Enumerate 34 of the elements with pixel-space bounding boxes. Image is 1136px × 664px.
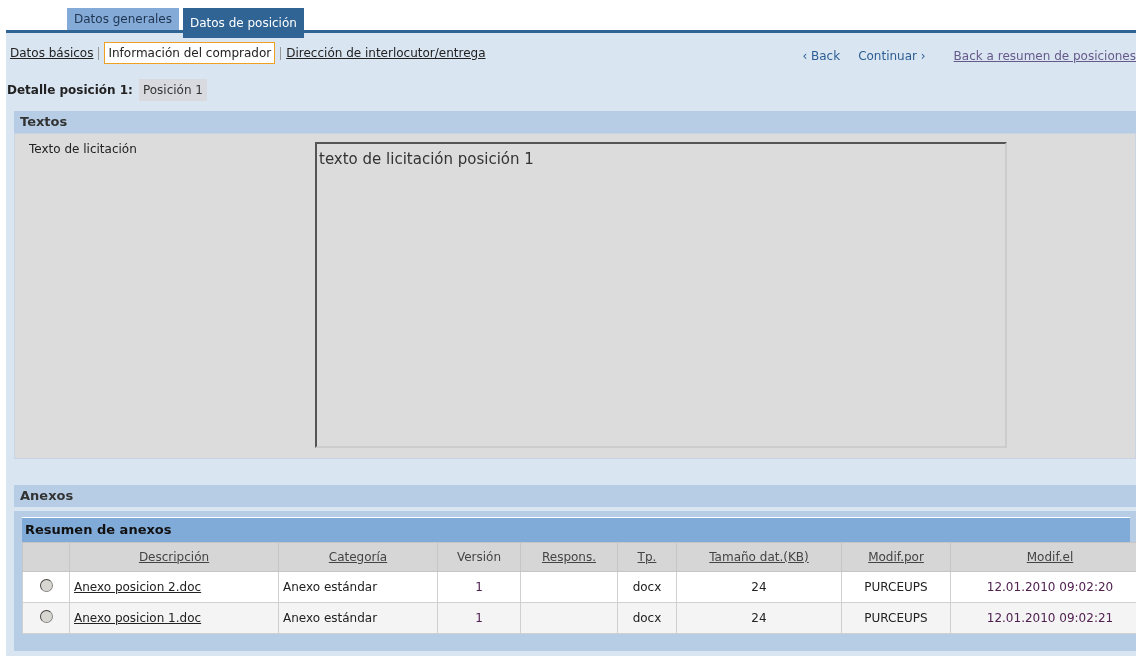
detail-value: Posición 1 bbox=[138, 79, 207, 101]
section-header: Textos bbox=[14, 111, 1136, 133]
table-cell: docx bbox=[632, 580, 662, 594]
column-header[interactable]: Tp. bbox=[637, 550, 657, 564]
detail-label: Detalle posición 1: bbox=[7, 83, 133, 97]
table-cell: 12.01.2010 09:02:20 bbox=[986, 580, 1114, 594]
column-header: Versión bbox=[456, 550, 502, 564]
table-title: Resumen de anexos bbox=[22, 517, 1130, 542]
continue-link[interactable]: Continuar › bbox=[858, 49, 926, 63]
table-cell: 12.01.2010 09:02:21 bbox=[986, 611, 1114, 625]
subnav-link[interactable]: Información del comprador bbox=[104, 42, 276, 64]
table-cell: Anexo estándar bbox=[283, 611, 378, 625]
table-cell: Anexo estándar bbox=[283, 580, 378, 594]
table-cell: PURCEUPS bbox=[864, 580, 928, 594]
subnav-link[interactable]: Dirección de interlocutor/entrega bbox=[286, 44, 486, 62]
table-cell: 24 bbox=[751, 611, 767, 625]
table-cell: 1 bbox=[475, 611, 483, 625]
table-cell: PURCEUPS bbox=[864, 611, 928, 625]
tab[interactable]: Datos de posición bbox=[182, 8, 304, 38]
field-label: Texto de licitación bbox=[29, 142, 138, 158]
text-area[interactable]: texto de licitación posición 1 bbox=[315, 142, 1007, 448]
section-header: Anexos bbox=[14, 485, 1136, 507]
radio-button[interactable] bbox=[39, 579, 53, 592]
tab[interactable]: Datos generales bbox=[67, 8, 179, 30]
table-cell: 24 bbox=[751, 580, 767, 594]
table-cell: docx bbox=[632, 611, 662, 625]
table-cell: 1 bbox=[475, 580, 483, 594]
overview-link[interactable]: Back a resumen de posiciones bbox=[953, 49, 1136, 63]
column-header[interactable]: Descripción bbox=[138, 550, 210, 564]
column-header[interactable]: Categoría bbox=[328, 550, 388, 564]
column-header[interactable]: Modif.el bbox=[1026, 550, 1074, 564]
radio-button[interactable] bbox=[39, 610, 53, 623]
back-link[interactable]: ‹ Back bbox=[802, 49, 841, 63]
subnav-link[interactable]: Datos básicos bbox=[10, 44, 94, 62]
